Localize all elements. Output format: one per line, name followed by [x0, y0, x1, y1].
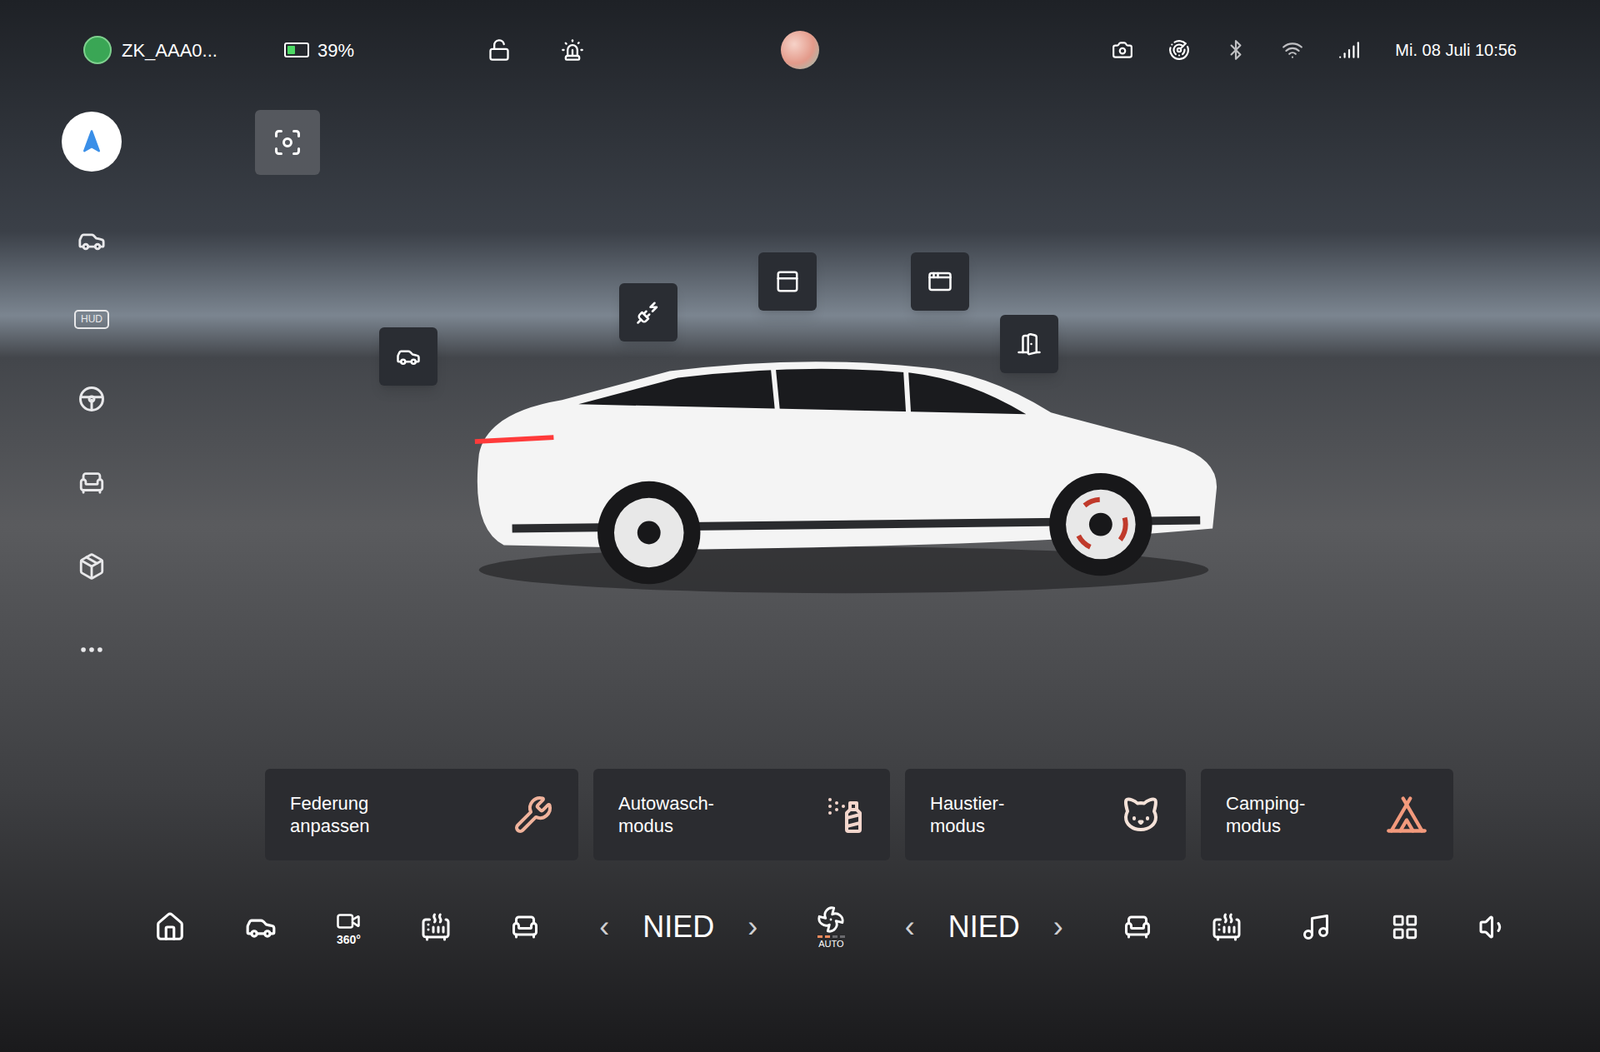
- trunk-icon[interactable]: [77, 552, 106, 581]
- navigation-button[interactable]: [61, 111, 122, 172]
- decrease-button[interactable]: ‹: [599, 912, 610, 943]
- window-icon: [927, 269, 953, 295]
- profile[interactable]: ZK_AAA0...: [83, 35, 218, 65]
- sunroof-button[interactable]: [758, 252, 817, 311]
- hud-button[interactable]: HUD: [74, 310, 110, 330]
- mode-card[interactable]: Haustier- modus: [905, 769, 1186, 861]
- rear-defrost-icon[interactable]: [1211, 912, 1242, 943]
- profile-avatar-icon: [83, 35, 112, 65]
- door-icon: [1016, 331, 1042, 357]
- mode-cards: Federung anpassenAutowasch- modusHaustie…: [0, 752, 1600, 878]
- cat-icon: [1120, 795, 1161, 835]
- increase-button[interactable]: ›: [747, 912, 758, 943]
- unlock-icon[interactable]: [487, 38, 511, 62]
- sidebar: HUD: [0, 100, 167, 753]
- temperature-value: NIED: [642, 912, 715, 943]
- driver-seat-icon[interactable]: [510, 912, 540, 943]
- steering-wheel-icon[interactable]: [76, 384, 107, 415]
- vehicle-icon[interactable]: [245, 911, 277, 944]
- charge-port-button[interactable]: [619, 283, 678, 342]
- car-top-icon[interactable]: [77, 226, 106, 255]
- more-icon[interactable]: [77, 635, 106, 665]
- volume-icon[interactable]: [1478, 912, 1509, 943]
- navigation-arrow-icon: [79, 129, 105, 155]
- mode-card[interactable]: Camping- modus: [1200, 769, 1454, 861]
- seat-icon[interactable]: [77, 469, 106, 498]
- passenger-seat-icon[interactable]: [1122, 912, 1153, 943]
- status-bar: ZK_AAA0... 39% Mi. 08 Juli 10:56: [0, 0, 1600, 100]
- camera-icon: [335, 909, 361, 935]
- mode-card[interactable]: Federung anpassen: [265, 769, 579, 861]
- tailgate-button[interactable]: [379, 327, 438, 386]
- music-icon[interactable]: [1300, 912, 1331, 943]
- left-temperature: ‹ NIED ›: [599, 912, 758, 943]
- alarm-icon[interactable]: [560, 38, 585, 62]
- bluetooth-icon[interactable]: [1225, 39, 1247, 61]
- screen: ZK_AAA0... 39% Mi. 08 Juli 10:56 HUD Federun…: [0, 0, 1600, 1052]
- car-stage: [166, 100, 1600, 753]
- front-defrost-icon[interactable]: [420, 912, 451, 943]
- tent-icon: [1385, 793, 1429, 837]
- screenshot-button[interactable]: [255, 110, 320, 175]
- signal-icon: [1338, 39, 1360, 61]
- display: ZK_AAA0... 39% Mi. 08 Juli 10:56 HUD Federun…: [0, 0, 1600, 1052]
- fan-button[interactable]: AUTO: [816, 905, 845, 950]
- screenshot-icon: [272, 127, 303, 158]
- apps-icon[interactable]: [1390, 913, 1420, 942]
- temperature-value: NIED: [948, 912, 1020, 943]
- decrease-button[interactable]: ‹: [905, 912, 915, 943]
- camera-360-button[interactable]: 360°: [335, 909, 361, 946]
- assistant-orb-icon[interactable]: [780, 30, 820, 70]
- charge-port-icon: [635, 300, 661, 325]
- dashcam-icon[interactable]: [1111, 39, 1134, 61]
- dock: 360° ‹ NIED › AUTO ‹ NIED ›: [0, 877, 1600, 978]
- sponge-icon: [825, 795, 865, 835]
- radar-icon[interactable]: [1168, 39, 1190, 61]
- suspension-icon: [513, 795, 554, 835]
- sunroof-icon: [775, 269, 800, 295]
- window-button[interactable]: [910, 252, 970, 311]
- datetime: Mi. 08 Juli 10:56: [1395, 37, 1517, 63]
- main-area: HUD: [0, 100, 1600, 753]
- right-temperature: ‹ NIED ›: [905, 912, 1064, 943]
- mode-card[interactable]: Autowasch- modus: [593, 769, 890, 861]
- door-button[interactable]: [1000, 315, 1059, 374]
- car-image: [454, 320, 1234, 596]
- home-icon[interactable]: [154, 911, 186, 944]
- wifi-icon[interactable]: [1281, 39, 1304, 61]
- fan-icon: [816, 905, 845, 935]
- increase-button[interactable]: ›: [1053, 912, 1064, 943]
- tailgate-icon: [395, 344, 421, 370]
- battery: 39%: [284, 36, 355, 65]
- battery-icon: [284, 42, 310, 58]
